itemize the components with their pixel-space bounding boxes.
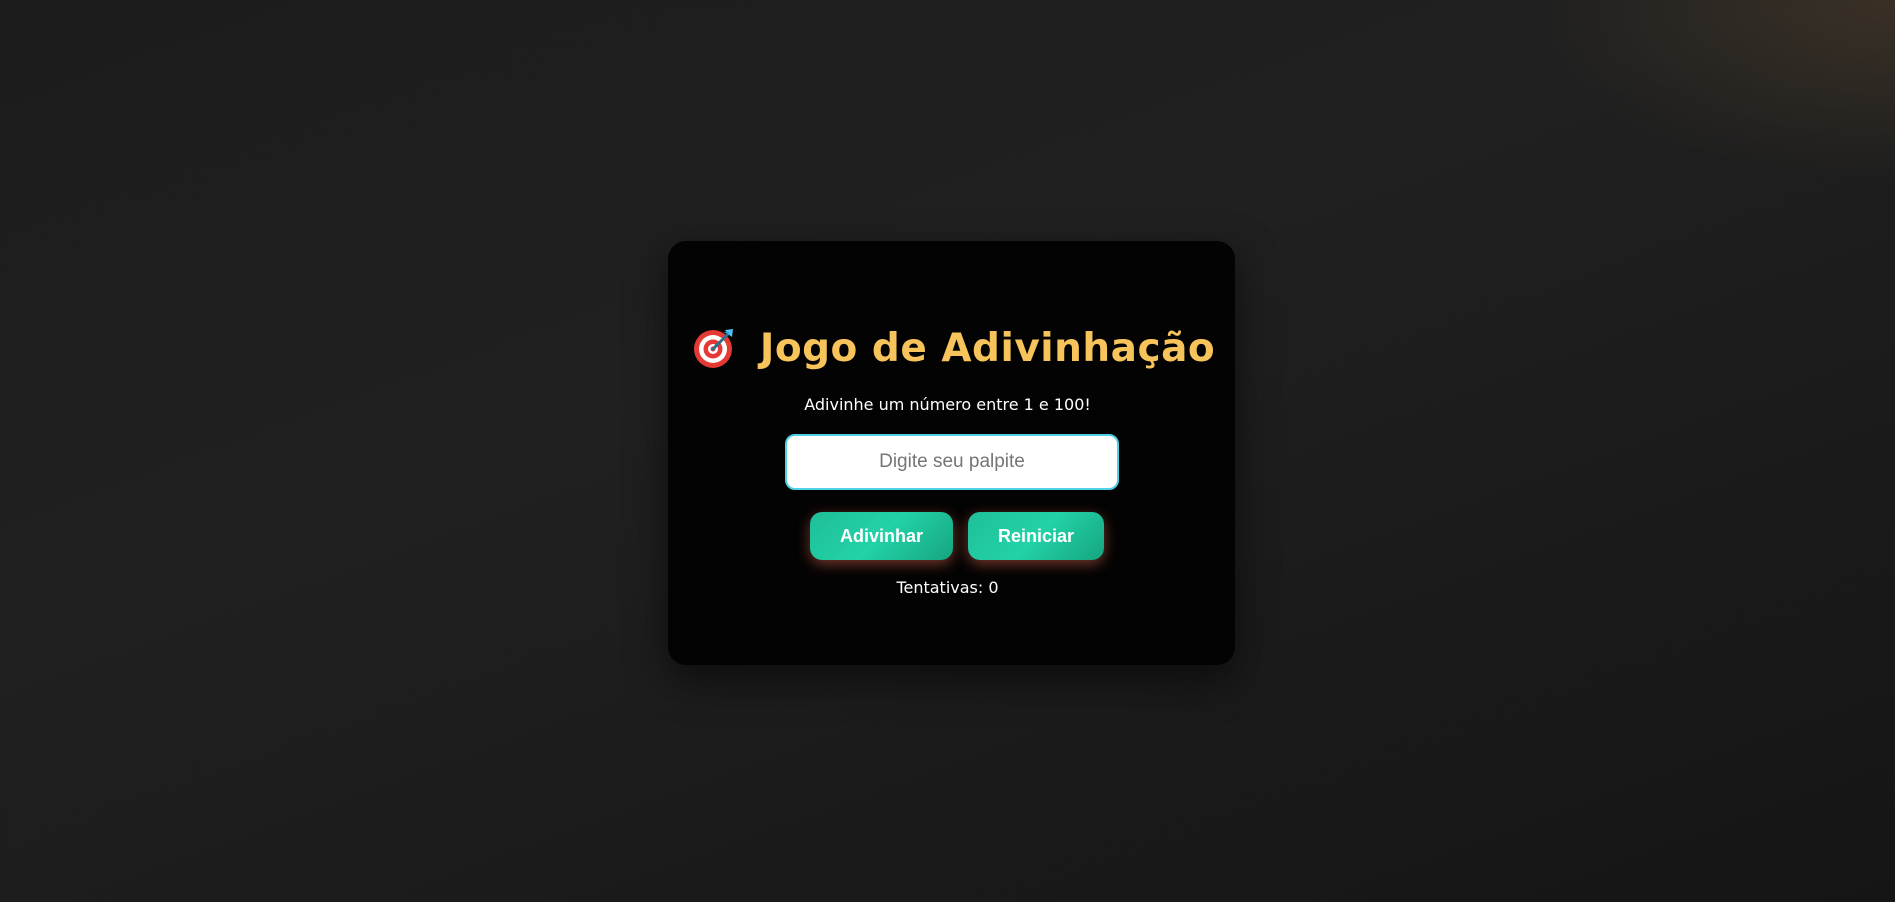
page-title: Jogo de Adivinhação	[759, 325, 1216, 371]
attempts-value: 0	[988, 578, 999, 597]
instructions-text: Adivinhe um número entre 1 e 100!	[804, 395, 1091, 414]
target-dart-icon	[692, 326, 736, 370]
guess-input[interactable]	[785, 434, 1119, 490]
attempts-counter: Tentativas: 0	[0, 578, 1895, 597]
title-row: Jogo de Adivinhação	[6, 318, 1895, 378]
attempts-label: Tentativas:	[896, 578, 984, 597]
reset-button[interactable]: Reiniciar	[968, 512, 1104, 560]
guess-button[interactable]: Adivinhar	[810, 512, 953, 560]
